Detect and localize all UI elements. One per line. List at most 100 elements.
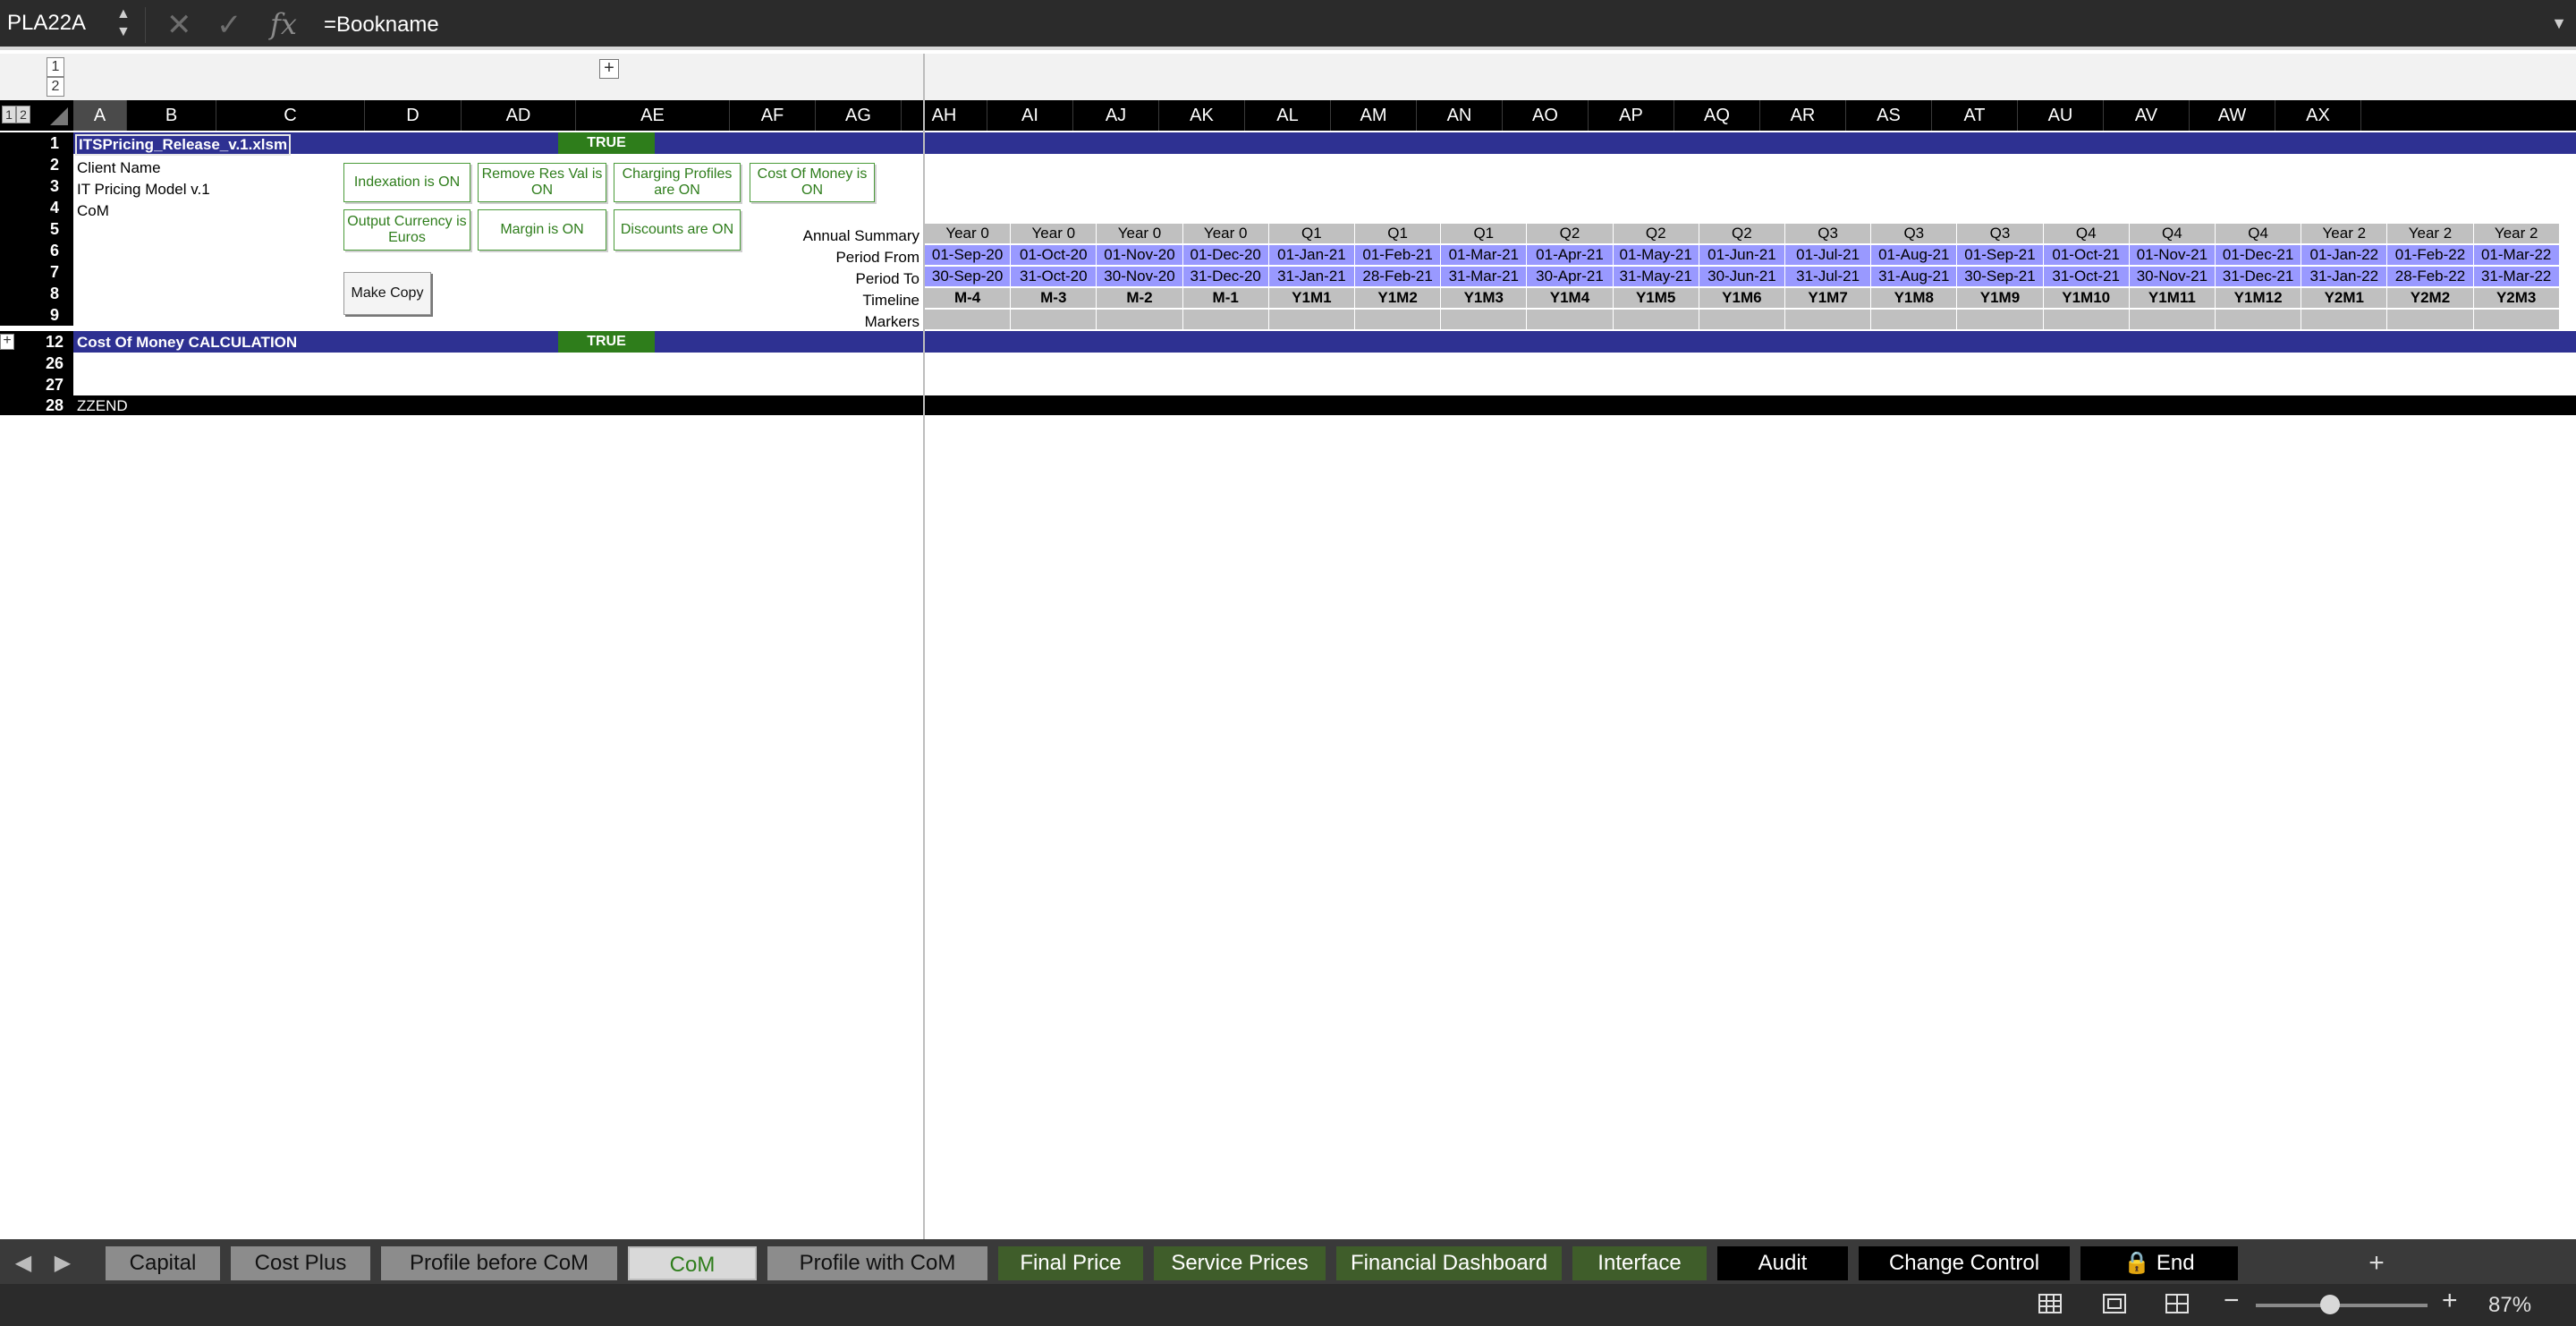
- annual-summary-cell[interactable]: Year 0: [925, 224, 1012, 243]
- column-header-au[interactable]: AU: [2018, 100, 2104, 131]
- column-header-ag[interactable]: AG: [816, 100, 902, 131]
- column-header-at[interactable]: AT: [1932, 100, 2018, 131]
- period-from-cell[interactable]: 01-Nov-20: [1097, 245, 1183, 265]
- period-from-cell[interactable]: 01-Jan-22: [2301, 245, 2388, 265]
- annual-summary-cell[interactable]: Q2: [1613, 224, 1699, 243]
- marker-cell[interactable]: [2473, 310, 2560, 329]
- make-copy-button[interactable]: Make Copy: [343, 272, 431, 315]
- row-header-1[interactable]: 1: [36, 132, 73, 154]
- marker-cell[interactable]: [925, 310, 1012, 329]
- output-currency-toggle[interactable]: Output Currency is Euros: [343, 209, 470, 251]
- row-header-6[interactable]: 6: [36, 240, 73, 261]
- period-from-cell[interactable]: 01-Apr-21: [1527, 245, 1614, 265]
- annual-summary-cell[interactable]: Year 2: [2387, 224, 2474, 243]
- annual-summary-cell[interactable]: Q3: [1785, 224, 1872, 243]
- period-from-cell[interactable]: 01-Feb-22: [2387, 245, 2474, 265]
- column-header-as[interactable]: AS: [1846, 100, 1932, 131]
- period-to-cell[interactable]: 30-Sep-20: [925, 267, 1012, 286]
- row-header-3[interactable]: 3: [36, 175, 73, 197]
- outline-level-2-row-button[interactable]: 2: [47, 77, 64, 97]
- period-to-cell[interactable]: 31-Dec-20: [1182, 267, 1269, 286]
- timeline-code-cell[interactable]: Y2M1: [2301, 288, 2388, 308]
- zoom-level[interactable]: 87%: [2488, 1293, 2531, 1318]
- indexation-toggle[interactable]: Indexation is ON: [343, 163, 470, 202]
- confirm-icon[interactable]: ✓: [216, 7, 242, 43]
- period-to-cell[interactable]: 28-Feb-21: [1355, 267, 1442, 286]
- row-header-28[interactable]: 28: [36, 395, 73, 415]
- annual-summary-cell[interactable]: Q3: [1957, 224, 2044, 243]
- period-to-cell[interactable]: 31-Aug-21: [1871, 267, 1958, 286]
- marker-cell[interactable]: [2301, 310, 2388, 329]
- sheet-tab-cost-plus[interactable]: Cost Plus: [231, 1246, 370, 1280]
- period-to-cell[interactable]: 31-May-21: [1613, 267, 1699, 286]
- annual-summary-cell[interactable]: Q4: [2043, 224, 2130, 243]
- margin-toggle[interactable]: Margin is ON: [478, 209, 606, 251]
- select-all-corner[interactable]: [50, 107, 68, 125]
- column-header-b[interactable]: B: [127, 100, 216, 131]
- timeline-code-cell[interactable]: Y1M2: [1355, 288, 1442, 308]
- period-from-cell[interactable]: 01-Sep-20: [925, 245, 1012, 265]
- zoom-slider[interactable]: [2256, 1304, 2428, 1307]
- discounts-toggle[interactable]: Discounts are ON: [614, 209, 741, 251]
- arrow-down-icon[interactable]: ▼: [116, 23, 131, 41]
- annual-summary-cell[interactable]: Q2: [1699, 224, 1785, 243]
- sheet-code-cell[interactable]: CoM: [77, 202, 109, 220]
- client-name-cell[interactable]: Client Name: [77, 159, 161, 177]
- section-title-cell[interactable]: Cost Of Money CALCULATION: [77, 334, 297, 352]
- marker-cell[interactable]: [1097, 310, 1183, 329]
- row1-true-flag[interactable]: TRUE: [558, 132, 655, 154]
- outline-level-2-col-button[interactable]: 2: [16, 106, 30, 123]
- period-from-cell[interactable]: 01-Aug-21: [1871, 245, 1958, 265]
- period-from-cell[interactable]: 01-Sep-21: [1957, 245, 2044, 265]
- period-to-cell[interactable]: 31-Jan-22: [2301, 267, 2388, 286]
- column-header-ad[interactable]: AD: [462, 100, 576, 131]
- sheet-tab-com[interactable]: CoM: [628, 1246, 757, 1280]
- annual-summary-cell[interactable]: Year 0: [1011, 224, 1097, 243]
- marker-cell[interactable]: [1957, 310, 2044, 329]
- period-from-cell[interactable]: 01-Jul-21: [1785, 245, 1872, 265]
- period-to-cell[interactable]: 30-Nov-21: [2129, 267, 2216, 286]
- remove-res-val-toggle[interactable]: Remove Res Val is ON: [478, 163, 606, 202]
- timeline-code-cell[interactable]: M-3: [1011, 288, 1097, 308]
- column-header-aw[interactable]: AW: [2190, 100, 2275, 131]
- annual-summary-cell[interactable]: Q3: [1871, 224, 1958, 243]
- marker-cell[interactable]: [1785, 310, 1872, 329]
- timeline-code-cell[interactable]: Y1M1: [1268, 288, 1355, 308]
- outline-level-1-col-button[interactable]: 1: [2, 106, 16, 123]
- timeline-code-cell[interactable]: M-1: [1182, 288, 1269, 308]
- sheet-tab-audit[interactable]: Audit: [1717, 1246, 1848, 1280]
- annual-summary-cell[interactable]: Year 2: [2301, 224, 2388, 243]
- name-box[interactable]: PLA22A: [7, 11, 86, 36]
- period-from-cell[interactable]: 01-May-21: [1613, 245, 1699, 265]
- timeline-code-cell[interactable]: Y1M8: [1871, 288, 1958, 308]
- timeline-code-cell[interactable]: M-4: [925, 288, 1012, 308]
- sheet-tab-profile-with-com[interactable]: Profile with CoM: [767, 1246, 987, 1280]
- column-header-ak[interactable]: AK: [1159, 100, 1245, 131]
- column-header-ai[interactable]: AI: [987, 100, 1073, 131]
- timeline-code-cell[interactable]: Y1M10: [2043, 288, 2130, 308]
- timeline-code-cell[interactable]: Y1M3: [1441, 288, 1528, 308]
- period-to-cell[interactable]: 30-Apr-21: [1527, 267, 1614, 286]
- row-header-4[interactable]: 4: [36, 197, 73, 218]
- annual-summary-cell[interactable]: Q4: [2129, 224, 2216, 243]
- outline-level-1-row-button[interactable]: 1: [47, 57, 64, 77]
- timeline-code-cell[interactable]: Y1M7: [1785, 288, 1872, 308]
- row12-true-flag[interactable]: TRUE: [558, 331, 655, 353]
- period-from-cell[interactable]: 01-Oct-21: [2043, 245, 2130, 265]
- add-sheet-button[interactable]: +: [2361, 1246, 2392, 1280]
- marker-cell[interactable]: [2129, 310, 2216, 329]
- marker-cell[interactable]: [1441, 310, 1528, 329]
- column-header-c[interactable]: C: [216, 100, 365, 131]
- column-header-aj[interactable]: AJ: [1073, 100, 1159, 131]
- period-to-cell[interactable]: 31-Jan-21: [1268, 267, 1355, 286]
- next-sheet-icon[interactable]: ▶: [52, 1246, 73, 1280]
- period-to-cell[interactable]: 28-Feb-22: [2387, 267, 2474, 286]
- period-from-cell[interactable]: 01-Feb-21: [1355, 245, 1442, 265]
- marker-cell[interactable]: [1268, 310, 1355, 329]
- column-header-ax[interactable]: AX: [2275, 100, 2361, 131]
- sheet-tab-final-price[interactable]: Final Price: [998, 1246, 1143, 1280]
- column-header-an[interactable]: AN: [1417, 100, 1503, 131]
- sheet-tab-end[interactable]: 🔒 End: [2080, 1246, 2238, 1280]
- column-header-d[interactable]: D: [365, 100, 462, 131]
- period-from-cell[interactable]: 01-Nov-21: [2129, 245, 2216, 265]
